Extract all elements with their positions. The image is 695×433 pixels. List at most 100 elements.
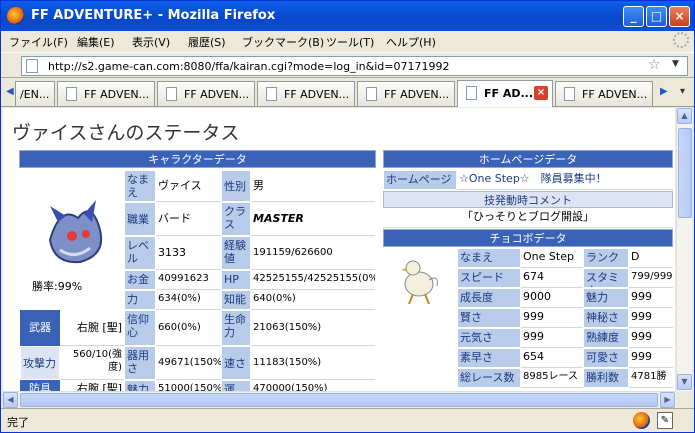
label-armor: 防具 (20, 380, 60, 391)
menu-bookmarks[interactable]: ブックマーク(B) (242, 34, 324, 50)
chocobo-section-header: チョコボデータ (383, 229, 673, 247)
value-exp: 191159/626600 (251, 236, 375, 270)
chocobo-value-growth: 9000 (521, 288, 583, 308)
menu-view[interactable]: 表示(V) (132, 34, 170, 50)
tab-5-active[interactable]: FF AD... × (457, 80, 553, 107)
tab-label: FF AD... (484, 87, 534, 100)
minimize-button[interactable]: _ (623, 6, 644, 27)
value-job: バード (156, 202, 221, 236)
tab-list-icon[interactable]: ▾ (680, 86, 685, 97)
throbber-icon (673, 32, 689, 48)
horizontal-scrollbar[interactable]: ◀ ▶ (3, 391, 676, 408)
close-window-button[interactable]: × (669, 6, 690, 27)
tab-3[interactable]: FF ADVEN... (257, 81, 355, 106)
page-icon (66, 87, 77, 101)
chocobo-label-name: なまえ (457, 248, 521, 268)
page-icon (466, 86, 477, 100)
chocobo-label-agility: 素早さ (457, 348, 521, 368)
chocobo-value-rank: D (629, 248, 673, 268)
character-avatar: 勝率:99% (20, 170, 124, 298)
value-speed: 11183(150%) (251, 346, 375, 380)
label-job: 職業 (124, 202, 156, 236)
bookmark-star-icon[interactable]: ☆ (648, 57, 661, 73)
value-intelligence: 640(0%) (251, 290, 375, 310)
page-icon (166, 87, 177, 101)
status-bar: 完了 ✎ (1, 408, 694, 432)
chocobo-value-speed: 674 (521, 268, 583, 288)
label-dexterity: 器用さ (124, 346, 156, 380)
chocobo-value-wisdom: 999 (521, 308, 583, 328)
menu-tools[interactable]: ツール(T) (326, 34, 374, 50)
win-rate: 勝率:99% (32, 280, 83, 293)
menu-history[interactable]: 履歴(S) (188, 34, 226, 50)
horizontal-scroll-thumb[interactable] (20, 393, 658, 407)
value-level: 3133 (156, 236, 221, 270)
tab-1[interactable]: FF ADVEN... (57, 81, 155, 106)
label-name: なまえ (124, 170, 156, 202)
tab-label: /EN... (20, 88, 50, 101)
value-weapon: 右腕 [聖] (60, 310, 124, 346)
label-exp: 経験値 (221, 236, 251, 270)
firefox-status-icon[interactable] (633, 412, 650, 429)
page-title: ヴァイスさんのステータス (12, 122, 240, 144)
tab-label: FF ADVEN... (582, 88, 648, 101)
value-gender: 男 (251, 170, 375, 202)
page-icon (266, 87, 277, 101)
window-title: FF ADVENTURE+ - Mozilla Firefox (31, 8, 276, 23)
url-text[interactable]: http://s2.game-can.com:8080/ffa/kairan.c… (48, 60, 449, 73)
scroll-up-icon[interactable]: ▲ (677, 108, 692, 124)
chocobo-label-speed: スピード (457, 268, 521, 288)
value-dexterity: 49671(150%) (156, 346, 221, 380)
tab-scroll-right-icon[interactable]: ▶ (660, 86, 668, 97)
browser-window: FF ADVENTURE+ - Mozilla Firefox _ □ × ファ… (0, 0, 695, 433)
chocobo-label-growth: 成長度 (457, 288, 521, 308)
homepage-section-header: ホームページデータ (383, 150, 673, 168)
scroll-down-icon[interactable]: ▼ (677, 374, 692, 390)
edit-note-icon[interactable]: ✎ (657, 412, 673, 429)
chocobo-value-vigor: 999 (521, 328, 583, 348)
homepage-link[interactable]: ☆One Step☆ 隊員募集中！ (457, 170, 673, 190)
tab-label: FF ADVEN... (84, 88, 150, 101)
close-tab-icon[interactable]: × (534, 86, 548, 100)
chocobo-value-races: 8985レース (521, 368, 583, 388)
chocobo-label-rank: ランク (583, 248, 629, 268)
comment-header: 技発動時コメント (383, 191, 673, 208)
maximize-button[interactable]: □ (646, 6, 667, 27)
chocobo-value-agility: 654 (521, 348, 583, 368)
url-dropdown-icon[interactable]: ▼ (672, 59, 679, 69)
label-speed: 速さ (221, 346, 251, 380)
page-icon (26, 59, 38, 73)
tab-0[interactable]: /EN... (15, 81, 55, 106)
menu-help[interactable]: ヘルプ(H) (386, 34, 436, 50)
chocobo-value-mystic: 999 (629, 308, 673, 328)
tab-label: FF ADVEN... (284, 88, 350, 101)
vertical-scroll-thumb[interactable] (678, 128, 692, 218)
tab-6[interactable]: FF ADVEN... (555, 81, 653, 106)
tab-scroll-left-icon[interactable]: ◀ (6, 86, 14, 97)
menu-edit[interactable]: 編集(E) (77, 34, 115, 50)
char-section-header: キャラクターデータ (19, 150, 376, 168)
chocobo-value-charm: 999 (629, 288, 673, 308)
navigation-bar: http://s2.game-can.com:8080/ffa/kairan.c… (1, 52, 694, 78)
tab-4[interactable]: FF ADVEN... (357, 81, 455, 106)
menu-bar: ファイル(F) 編集(E) 表示(V) 履歴(S) ブックマーク(B) ツール(… (1, 31, 694, 51)
chocobo-sprite-icon (401, 260, 438, 305)
status-text: 完了 (7, 416, 29, 429)
value-money: 40991623 (156, 270, 221, 290)
value-luck: 470000(150%) (251, 380, 375, 391)
value-charm: 51000(150%) (156, 380, 221, 391)
chocobo-label-stamina: スタミナ (583, 268, 629, 288)
chocobo-label-wins: 勝利数 (583, 368, 629, 388)
value-name: ヴァイス (156, 170, 221, 202)
title-bar[interactable]: FF ADVENTURE+ - Mozilla Firefox _ □ × (1, 1, 694, 31)
url-bar[interactable]: http://s2.game-can.com:8080/ffa/kairan.c… (21, 56, 688, 76)
menu-file[interactable]: ファイル(F) (9, 34, 68, 50)
label-strength: 力 (124, 290, 156, 310)
scroll-left-icon[interactable]: ◀ (3, 392, 18, 408)
label-level: レベル (124, 236, 156, 270)
scroll-right-icon[interactable]: ▶ (660, 392, 675, 408)
vertical-scrollbar[interactable]: ▲ ▼ (676, 108, 692, 391)
label-gender: 性別 (221, 170, 251, 202)
chocobo-value-wins: 4781勝 (629, 368, 673, 388)
tab-2[interactable]: FF ADVEN... (157, 81, 255, 106)
